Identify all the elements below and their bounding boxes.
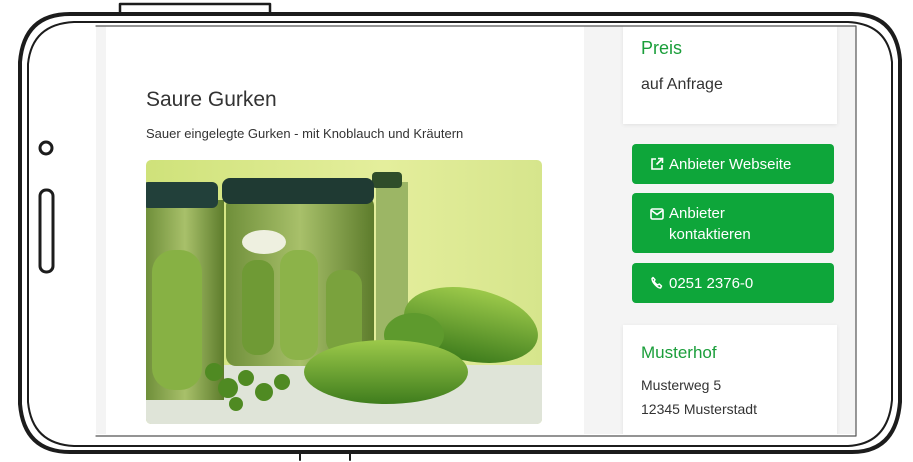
phone-frame-illustration bbox=[18, 2, 902, 461]
